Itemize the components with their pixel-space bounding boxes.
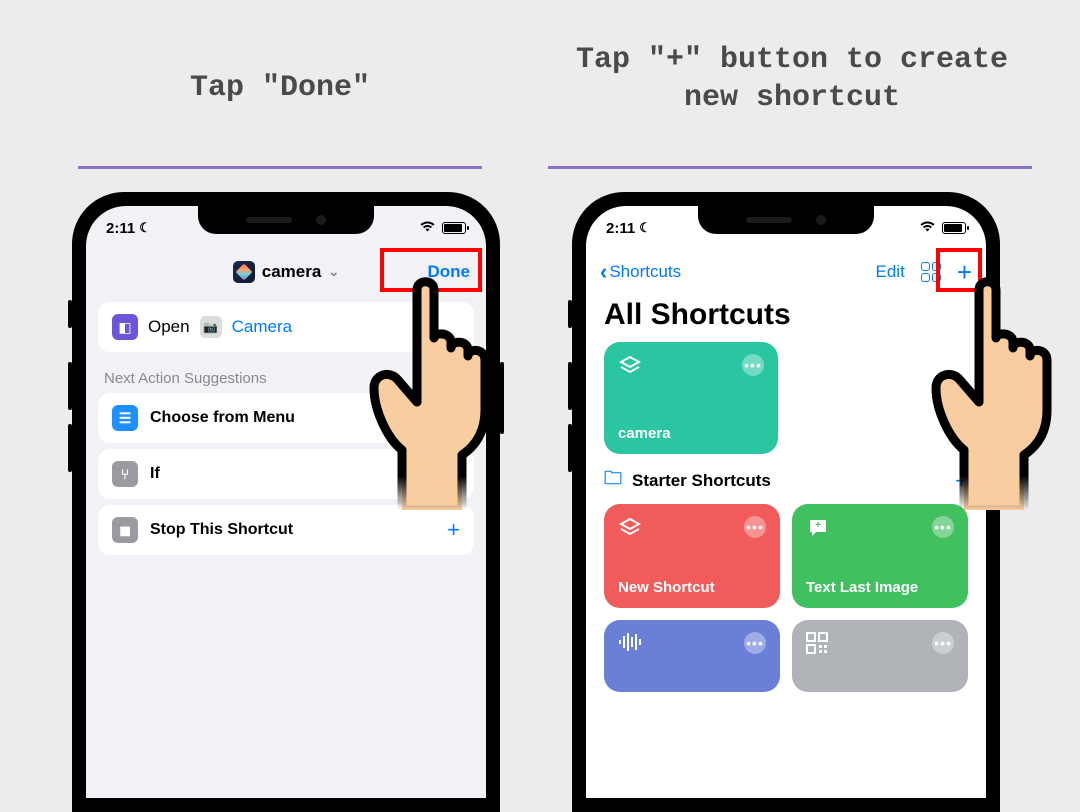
suggestions-header: Next Action Suggestions: [104, 370, 468, 387]
screen-right: 2:11☾ ‹ Shortcuts Edit + All Shortcuts •…: [586, 206, 986, 798]
menu-icon: ☰: [112, 405, 138, 431]
screen-left: 2:11☾ camera ⌄ Done ◧ Open 📷 Camera Next…: [86, 206, 486, 798]
action-target[interactable]: Camera: [232, 317, 292, 337]
mute-switch: [568, 300, 572, 328]
folder-label: Starter Shortcuts: [632, 471, 771, 491]
suggestion-label: If: [150, 465, 160, 483]
divider-right: [548, 166, 1032, 169]
waveform-icon: [618, 632, 644, 657]
open-app-icon: ◧: [112, 314, 138, 340]
add-shortcut-button[interactable]: +: [957, 259, 972, 285]
add-suggestion-icon[interactable]: +: [447, 405, 460, 431]
back-button[interactable]: ‹ Shortcuts: [600, 259, 681, 285]
dnd-icon: ☾: [639, 220, 651, 236]
volume-down: [568, 424, 572, 472]
suggestion-label: Choose from Menu: [150, 409, 295, 427]
nav-bar-list: ‹ Shortcuts Edit +: [586, 250, 986, 294]
tile-label: camera: [618, 425, 764, 442]
folder-add-icon[interactable]: +: [955, 468, 968, 494]
shortcut-tile-text-image[interactable]: + ••• Text Last Image: [792, 504, 968, 608]
chevron-left-icon: ‹: [600, 259, 607, 285]
message-plus-icon: +: [806, 516, 830, 545]
phone-frame-right: 2:11☾ ‹ Shortcuts Edit + All Shortcuts •…: [572, 192, 1000, 812]
status-time: 2:11: [106, 220, 135, 237]
action-open-app[interactable]: ◧ Open 📷 Camera: [98, 302, 474, 352]
tile-menu-icon[interactable]: •••: [744, 516, 766, 538]
volume-down: [68, 424, 72, 472]
tile-menu-icon[interactable]: •••: [744, 632, 766, 654]
shortcut-title-group[interactable]: camera ⌄: [233, 261, 339, 283]
battery-icon: [942, 222, 966, 234]
action-open-label: Open: [148, 317, 190, 337]
stop-icon: ◼: [112, 517, 138, 543]
battery-icon: [442, 222, 466, 234]
caption-right: Tap "+" button to create new shortcut: [572, 42, 1012, 117]
power-button: [500, 362, 504, 434]
folder-icon: 🗀: [604, 466, 622, 496]
tile-menu-icon[interactable]: •••: [932, 516, 954, 538]
done-button[interactable]: Done: [428, 250, 471, 294]
svg-text:+: +: [815, 520, 821, 531]
branch-icon: ⑂: [112, 461, 138, 487]
dnd-icon: ☾: [139, 220, 151, 236]
divider-left: [78, 166, 482, 169]
shortcut-tile-camera[interactable]: ••• camera: [604, 342, 778, 454]
shortcuts-app-icon: [233, 261, 255, 283]
shortcut-tile-qr[interactable]: •••: [792, 620, 968, 692]
edit-button[interactable]: Edit: [876, 262, 905, 282]
volume-up: [68, 362, 72, 410]
tile-menu-icon[interactable]: •••: [932, 632, 954, 654]
wifi-icon: [919, 220, 936, 237]
volume-up: [568, 362, 572, 410]
nav-bar-editor: camera ⌄ Done: [86, 250, 486, 294]
folder-starter[interactable]: 🗀 Starter Shortcuts +: [604, 466, 968, 496]
wifi-icon: [419, 220, 436, 237]
suggestion-stop[interactable]: ◼ Stop This Shortcut +: [98, 505, 474, 555]
mute-switch: [68, 300, 72, 328]
notch: [198, 206, 374, 234]
page-title: All Shortcuts: [586, 294, 986, 342]
shortcut-title: camera: [262, 262, 322, 282]
layers-icon: [618, 516, 642, 545]
camera-app-icon: 📷: [200, 316, 222, 338]
caption-left: Tap "Done": [150, 70, 410, 108]
tile-menu-icon[interactable]: •••: [742, 354, 764, 376]
view-grid-icon[interactable]: [921, 262, 941, 282]
tile-label: New Shortcut: [618, 579, 766, 596]
chevron-down-icon: ⌄: [328, 264, 339, 280]
phone-frame-left: 2:11☾ camera ⌄ Done ◧ Open 📷 Camera Next…: [72, 192, 500, 812]
qr-icon: [806, 632, 828, 659]
notch: [698, 206, 874, 234]
add-suggestion-icon[interactable]: +: [447, 461, 460, 487]
shortcut-tile-new[interactable]: ••• New Shortcut: [604, 504, 780, 608]
power-button: [1000, 362, 1004, 434]
suggestion-label: Stop This Shortcut: [150, 521, 293, 539]
back-label: Shortcuts: [609, 262, 681, 282]
suggestion-if[interactable]: ⑂ If +: [98, 449, 474, 499]
suggestion-menu[interactable]: ☰ Choose from Menu +: [98, 393, 474, 443]
layers-icon: [618, 354, 642, 383]
shortcut-tile-audio[interactable]: •••: [604, 620, 780, 692]
add-suggestion-icon[interactable]: +: [447, 517, 460, 543]
tile-label: Text Last Image: [806, 579, 954, 596]
status-time: 2:11: [606, 220, 635, 237]
